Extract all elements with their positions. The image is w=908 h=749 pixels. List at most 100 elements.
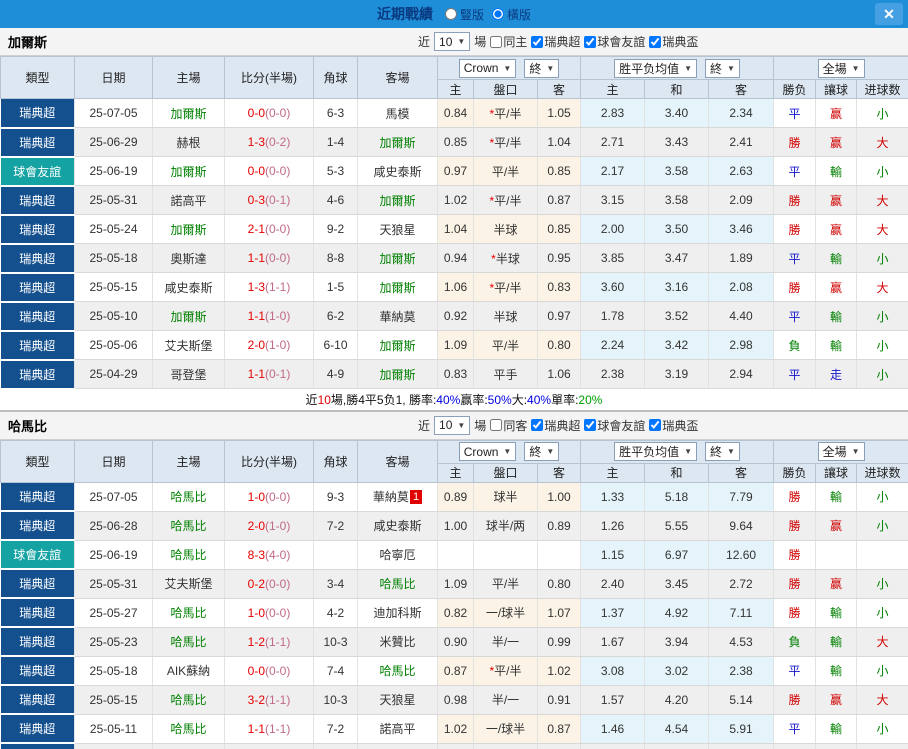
result-handicap-cell: 赢 xyxy=(815,743,858,749)
date-cell: 25-05-24 xyxy=(74,214,153,244)
away-team-results-table: 類型 日期 主場 比分(半場) 角球 客場 Crown ▼ 終 ▼ 胜平负均值 ▼ 終… xyxy=(0,439,908,749)
handicap-cell: 半/一 xyxy=(473,685,538,715)
col-avg-away: 客 xyxy=(708,79,775,99)
scope-select[interactable]: 全場 ▼ xyxy=(817,58,865,78)
scope-select[interactable]: 全場 ▼ xyxy=(817,442,865,461)
col-score: 比分(半場) xyxy=(224,439,314,483)
col-away: 客場 xyxy=(357,439,438,483)
league-filter-friendly[interactable]: 球會友誼 xyxy=(584,417,645,434)
same-home-checkbox-option[interactable]: 同主 xyxy=(490,33,527,50)
layout-horizontal-label: 橫版 xyxy=(507,7,532,22)
handicap-cell: *平/半 xyxy=(473,127,538,157)
avg-draw-cell: 4.54 xyxy=(644,714,710,744)
avg-select[interactable]: 胜平负均值 ▼ xyxy=(614,58,698,78)
avg-home-cell: 1.26 xyxy=(580,511,646,541)
layout-horizontal-option[interactable]: 橫版 xyxy=(492,6,531,23)
away-team-cell: 咸史泰斯 xyxy=(357,156,438,186)
corner-cell: 7-2 xyxy=(313,511,358,541)
home-team-cell: 諾高平 xyxy=(152,185,225,215)
league-super-checkbox[interactable] xyxy=(531,419,544,431)
odds-final-select[interactable]: 終 ▼ xyxy=(524,442,560,461)
same-home-checkbox[interactable] xyxy=(490,35,503,48)
date-cell: 25-06-29 xyxy=(74,127,153,157)
layout-vertical-radio[interactable] xyxy=(444,8,457,20)
league-filter-cup[interactable]: 瑞典盃 xyxy=(649,33,698,50)
layout-vertical-option[interactable]: 豎版 xyxy=(444,6,484,23)
corner-cell: 4-9 xyxy=(313,359,358,389)
avg-final-select[interactable]: 終 ▼ xyxy=(705,442,740,461)
star-marker: * xyxy=(491,251,496,266)
avg-draw-cell: 3.58 xyxy=(644,185,710,215)
league-filter-super[interactable]: 瑞典超 xyxy=(531,33,580,50)
handicap-cell: *平/半 xyxy=(473,98,538,128)
col-result-handicap: 讓球 xyxy=(815,462,858,483)
avg-draw-cell: 4.26 xyxy=(644,743,710,749)
same-away-checkbox[interactable] xyxy=(490,419,503,431)
odds-away-cell: 0.97 xyxy=(537,301,582,331)
avg-away-cell: 1.89 xyxy=(708,243,775,273)
league-filter-cup[interactable]: 瑞典盃 xyxy=(649,417,698,434)
avg-away-cell: 2.34 xyxy=(708,98,775,128)
summary-text: 近 xyxy=(305,393,318,407)
odds-final-value: 終 xyxy=(529,445,542,459)
league-type-badge: 瑞典超 xyxy=(0,569,75,599)
avg-draw-cell: 4.92 xyxy=(644,598,710,628)
result-wdl-cell: 勝 xyxy=(773,569,817,599)
handicap-cell: 半球 xyxy=(473,214,538,244)
avg-home-cell: 5.90 xyxy=(580,743,646,749)
match-count-select[interactable]: 10 ▼ xyxy=(434,415,471,435)
bookmaker-select[interactable]: Crown ▼ xyxy=(458,58,517,78)
scope-controls: 全場 ▼ xyxy=(773,56,908,80)
same-home-label: 同主 xyxy=(503,35,528,49)
match-count-select[interactable]: 10 ▼ xyxy=(434,32,471,51)
odds-home-cell: 1.09 xyxy=(437,330,474,360)
score-cell: 1-1(1-1) xyxy=(224,714,314,744)
odds-final-select[interactable]: 終 ▼ xyxy=(524,58,560,78)
date-cell: 25-07-05 xyxy=(74,482,153,512)
result-goals-cell: 大 xyxy=(856,214,908,244)
corner-cell: 4-6 xyxy=(313,185,358,215)
odds-home-cell: 1.02 xyxy=(437,185,474,215)
away-team-cell: 加爾斯 xyxy=(357,243,438,273)
bookmaker-select[interactable]: Crown ▼ xyxy=(458,442,517,461)
handicap-cell: *一球 xyxy=(473,743,538,749)
league-friendly-checkbox[interactable] xyxy=(584,419,597,431)
match-row: 球會友誼 25-06-19 哈馬比 8-3(4-0) 哈寧厄 1.15 6.97 12.60 勝 xyxy=(0,540,908,570)
away-team-cell: 天狼星 xyxy=(357,214,438,244)
col-home: 主場 xyxy=(152,56,225,99)
score-cell: 0-2(0-0) xyxy=(224,569,314,599)
league-filter-super[interactable]: 瑞典超 xyxy=(531,417,580,434)
avg-final-select[interactable]: 終 ▼ xyxy=(705,58,740,78)
avg-home-cell: 3.60 xyxy=(580,272,646,302)
odds-home-cell: 0.84 xyxy=(437,98,474,128)
near-label: 近 xyxy=(418,35,431,49)
home-team-cell: 艾夫斯堡 xyxy=(152,569,225,599)
corner-cell xyxy=(313,540,358,570)
score-cell: 0-0(0-0) xyxy=(224,656,314,686)
avg-draw-cell: 5.18 xyxy=(644,482,710,512)
star-marker: * xyxy=(489,135,495,150)
league-cup-checkbox[interactable] xyxy=(649,35,662,48)
close-button[interactable]: ✕ xyxy=(875,3,903,25)
league-cup-checkbox[interactable] xyxy=(649,419,662,431)
date-cell: 25-05-06 xyxy=(74,330,153,360)
result-handicap-cell: 輸 xyxy=(815,156,858,186)
summary-text: 40% xyxy=(436,392,461,407)
near-label: 近 xyxy=(418,418,431,433)
layout-horizontal-radio[interactable] xyxy=(492,8,504,20)
league-friendly-checkbox[interactable] xyxy=(584,35,597,48)
avg-select[interactable]: 胜平负均值 ▼ xyxy=(614,442,698,461)
col-corners: 角球 xyxy=(313,56,358,99)
same-away-checkbox-option[interactable]: 同客 xyxy=(490,417,527,434)
corner-cell: 4-2 xyxy=(313,598,358,628)
result-wdl-cell: 平 xyxy=(773,98,817,128)
header-controls-row: 類型 日期 主場 比分(半場) 角球 客場 Crown ▼ 終 ▼ 胜平负均值 ▼ 終… xyxy=(0,56,908,99)
corner-cell: 3-8 xyxy=(313,743,358,749)
home-team-cell: 赫根 xyxy=(152,127,225,157)
avg-draw-cell: 3.94 xyxy=(644,627,710,657)
league-super-checkbox[interactable] xyxy=(531,35,544,48)
result-handicap-cell: 輸 xyxy=(815,714,858,744)
odds-away-cell: 1.07 xyxy=(537,598,582,628)
odds-away-cell: 1.06 xyxy=(537,359,582,389)
league-filter-friendly[interactable]: 球會友誼 xyxy=(584,33,645,50)
